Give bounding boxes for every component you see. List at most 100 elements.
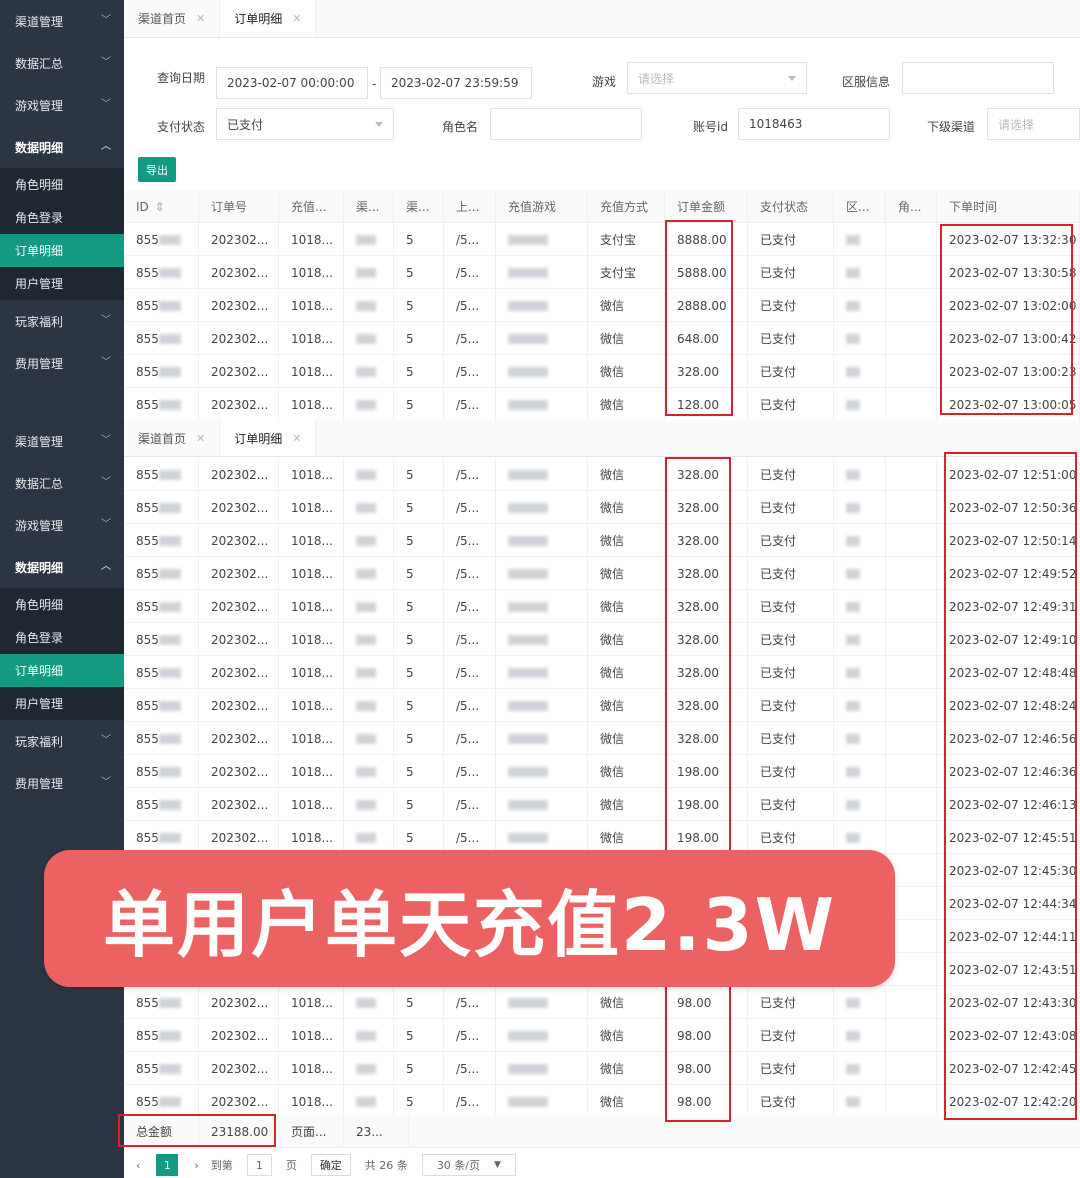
column-header[interactable]: 订单金额 bbox=[665, 190, 748, 223]
next-page-icon[interactable]: › bbox=[194, 1159, 198, 1172]
sidebar-item[interactable]: 游戏管理 ﹀ bbox=[0, 504, 124, 546]
table-cell: 328.00 bbox=[665, 689, 748, 722]
table-cell: 98.00 bbox=[665, 1052, 748, 1085]
sidebar-subitem[interactable]: 订单明细 bbox=[0, 234, 124, 267]
redacted-block bbox=[846, 997, 860, 1008]
sidebar-item[interactable]: 数据明细 ︿ bbox=[0, 546, 124, 588]
column-header[interactable]: 充值游戏 bbox=[496, 190, 588, 223]
goto-page-input[interactable]: 1 bbox=[246, 1154, 272, 1176]
sidebar-subitem[interactable]: 用户管理 bbox=[0, 687, 124, 720]
column-header[interactable]: 订单号 bbox=[199, 190, 279, 223]
redacted-block bbox=[846, 399, 860, 410]
column-header[interactable]: 渠... bbox=[394, 190, 444, 223]
sidebar-item[interactable]: 渠道管理 ﹀ bbox=[0, 420, 124, 462]
server-label: 区服信息 bbox=[842, 75, 891, 89]
table-cell bbox=[886, 458, 937, 491]
sidebar-item[interactable]: 玩家福利 ﹀ bbox=[0, 300, 124, 342]
cell-order: 202302... bbox=[211, 995, 269, 1010]
cell-up: /5... bbox=[456, 995, 480, 1010]
sidebar-subitem[interactable]: 用户管理 bbox=[0, 267, 124, 300]
page-number-current[interactable]: 1 bbox=[156, 1154, 179, 1176]
table-cell bbox=[344, 590, 394, 623]
table-cell: 202302... bbox=[199, 557, 279, 590]
cell-amount: 98.00 bbox=[677, 1028, 712, 1043]
table-cell: 202302... bbox=[199, 388, 279, 420]
channel-select[interactable]: 请选择 bbox=[987, 108, 1080, 140]
table-cell: 1018... bbox=[279, 1019, 344, 1052]
column-header[interactable]: 支付状态 bbox=[748, 190, 834, 223]
chevron-down-icon: ﹀ bbox=[101, 56, 111, 68]
cell-ch: 5 bbox=[406, 1061, 414, 1076]
sidebar-subitem[interactable]: 角色明细 bbox=[0, 588, 124, 621]
column-header-label: 订单号 bbox=[211, 200, 248, 214]
tab-home[interactable]: 渠道首页 ✕ bbox=[124, 420, 221, 456]
chevron-down-icon: ﹀ bbox=[101, 356, 111, 368]
sidebar-item[interactable]: 费用管理 ﹀ bbox=[0, 762, 124, 804]
tab-orders[interactable]: 订单明细 ✕ bbox=[220, 0, 317, 37]
table-cell bbox=[496, 524, 588, 557]
sidebar-item[interactable]: 玩家福利 ﹀ bbox=[0, 720, 124, 762]
cell-ch: 5 bbox=[406, 599, 414, 614]
cell-amount: 328.00 bbox=[677, 731, 719, 746]
column-header[interactable]: 角... bbox=[886, 190, 937, 223]
close-icon[interactable]: ✕ bbox=[292, 12, 301, 25]
column-header[interactable]: 充值方式 bbox=[588, 190, 665, 223]
table-cell: 98.00 bbox=[665, 986, 748, 1019]
table-cell: /5... bbox=[444, 986, 496, 1019]
page-size-select[interactable]: 30 条/页 ▼ bbox=[421, 1154, 516, 1176]
sidebar-item[interactable]: 渠道管理 ﹀ bbox=[0, 0, 124, 42]
column-header[interactable]: ID ⇕ bbox=[124, 190, 199, 223]
sidebar-item[interactable]: 数据汇总 ﹀ bbox=[0, 462, 124, 504]
account-input[interactable]: 1018463 bbox=[738, 108, 890, 140]
sidebar-item-label: 玩家福利 bbox=[15, 314, 64, 329]
table-cell bbox=[344, 557, 394, 590]
table-cell: 5 bbox=[394, 689, 444, 722]
prev-page-icon[interactable]: ‹ bbox=[136, 1159, 140, 1172]
column-header[interactable]: 区... bbox=[834, 190, 886, 223]
sidebar-subitem[interactable]: 角色登录 bbox=[0, 201, 124, 234]
pay-status-select[interactable]: 已支付 bbox=[216, 108, 394, 140]
cell-id: 855 bbox=[136, 764, 159, 779]
sidebar-subitem[interactable]: 订单明细 bbox=[0, 654, 124, 687]
column-header[interactable]: 渠... bbox=[344, 190, 394, 223]
sort-icon[interactable]: ⇕ bbox=[155, 200, 165, 214]
chevron-down-icon bbox=[788, 76, 796, 81]
table-cell bbox=[344, 689, 394, 722]
table-cell bbox=[886, 1019, 937, 1052]
table-cell: 已支付 bbox=[748, 590, 834, 623]
date-start-input[interactable]: 2023-02-07 00:00:00 bbox=[216, 67, 368, 99]
table-cell: 微信 bbox=[588, 1085, 665, 1118]
cell-id: 855 bbox=[136, 1028, 159, 1043]
sidebar-subitem[interactable]: 角色登录 bbox=[0, 621, 124, 654]
column-header[interactable]: 充值... bbox=[279, 190, 344, 223]
sidebar-item[interactable]: 数据明细 ︿ bbox=[0, 126, 124, 168]
cell-ch: 5 bbox=[406, 265, 414, 280]
cell-amount: 328.00 bbox=[677, 500, 719, 515]
table-cell bbox=[886, 623, 937, 656]
role-input[interactable] bbox=[490, 108, 642, 140]
column-header[interactable]: 上... bbox=[444, 190, 496, 223]
close-icon[interactable]: ✕ bbox=[196, 432, 205, 445]
page-unit: 页 bbox=[285, 1159, 297, 1172]
table-cell: 855 bbox=[124, 689, 199, 722]
date-end-input[interactable]: 2023-02-07 23:59:59 bbox=[380, 67, 532, 99]
export-button[interactable]: 导出 bbox=[138, 157, 176, 182]
tab-home[interactable]: 渠道首页 ✕ bbox=[124, 0, 221, 37]
table-cell: 5 bbox=[394, 986, 444, 1019]
cell-id: 855 bbox=[136, 232, 159, 247]
sidebar-item[interactable]: 数据汇总 ﹀ bbox=[0, 42, 124, 84]
tab-label: 渠道首页 bbox=[138, 12, 187, 26]
cell-uid: 1018... bbox=[291, 500, 333, 515]
sidebar-item[interactable]: 费用管理 ﹀ bbox=[0, 342, 124, 384]
total-label: 总金额 bbox=[124, 1115, 199, 1148]
tab-orders[interactable]: 订单明细 ✕ bbox=[220, 420, 317, 456]
game-select[interactable]: 请选择 bbox=[627, 62, 807, 94]
server-input[interactable] bbox=[902, 62, 1054, 94]
sidebar-subitem[interactable]: 角色明细 bbox=[0, 168, 124, 201]
goto-confirm-button[interactable]: 确定 bbox=[310, 1154, 351, 1176]
close-icon[interactable]: ✕ bbox=[196, 12, 205, 25]
cell-ch: 5 bbox=[406, 1094, 414, 1109]
close-icon[interactable]: ✕ bbox=[292, 432, 301, 445]
column-header[interactable]: 下单时间 bbox=[937, 190, 1080, 223]
sidebar-item[interactable]: 游戏管理 ﹀ bbox=[0, 84, 124, 126]
